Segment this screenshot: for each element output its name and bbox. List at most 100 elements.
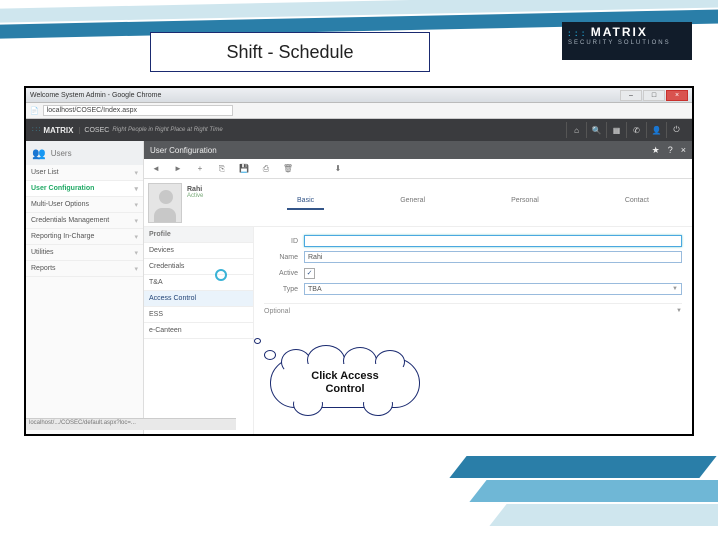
users-icon: 👥 [32,147,46,160]
matrix-logo: : : : MATRIX SECURITY SOLUTIONS [562,22,692,60]
optional-section: Optional ▼ [264,303,682,315]
address-url: localhost/COSEC/Index.aspx [47,107,137,114]
window-buttons: – □ × [620,90,688,101]
chevron-icon: ▾ [134,169,138,177]
chevron-icon: ▾ [134,217,138,225]
callout: Click Access Control [270,358,438,420]
help-icon[interactable]: ? [668,145,673,156]
sub-access-control[interactable]: Access Control [144,291,253,307]
callout-text: Click Access Control [278,364,411,402]
cloud-tail-icon [254,338,261,344]
id-label: ID [264,238,298,245]
add-button[interactable]: + [194,163,206,175]
maximize-button[interactable]: □ [643,90,665,101]
panel-header: User Configuration ★ ? × [144,141,692,159]
slide-title: Shift - Schedule [226,42,353,63]
prev-button[interactable]: ◄ [150,163,162,175]
tab-contact[interactable]: Contact [615,193,659,208]
nav-reports[interactable]: Reports▾ [26,261,143,277]
active-checkbox[interactable]: ✓ [304,268,315,279]
sub-nav: Profile Devices Credentials T&A Access C… [144,227,254,434]
panel-title: User Configuration [150,146,217,155]
user-status: Active [187,193,203,199]
nav-user-list[interactable]: User List▾ [26,165,143,181]
download-button[interactable]: ⬇ [332,163,344,175]
row-active: Active ✓ [264,265,682,281]
panel-close-icon[interactable]: × [681,145,686,156]
search-icon[interactable]: 🔍 [586,122,606,138]
app-brand: : : : MATRIX COSEC Right People in Right… [32,126,223,135]
name-input[interactable]: Rahi [304,251,682,263]
save-button[interactable]: 💾 [238,163,250,175]
minimize-button[interactable]: – [620,90,642,101]
slide-title-box: Shift - Schedule [150,32,430,72]
tab-general[interactable]: General [390,193,435,208]
home-icon[interactable]: ⌂ [566,122,586,138]
cloud-tail-icon [264,350,276,360]
sub-credentials[interactable]: Credentials [144,259,253,275]
cloud-callout: Click Access Control [270,358,420,408]
product-name: COSEC [79,127,109,134]
nav-user-configuration[interactable]: User Configuration▾ [26,181,143,197]
sidebar-header-label: Users [51,149,72,158]
tab-basic[interactable]: Basic [287,193,324,210]
browser-titlebar: Welcome System Admin - Google Chrome – □… [26,88,692,103]
sub-devices[interactable]: Devices [144,243,253,259]
copy-button[interactable]: ⎘ [216,163,228,175]
power-icon[interactable]: ⏻ [666,122,686,138]
chevron-icon: ▾ [134,233,138,241]
brand-name: MATRIX [43,126,73,135]
sidebar-nav-list: User List▾ User Configuration▾ Multi-Use… [26,165,143,277]
user-summary-left: Rahi Active [144,179,254,226]
chevron-icon: ▾ [134,185,138,193]
user-summary-row: Rahi Active Basic General Personal Conta… [144,179,692,227]
nav-reporting-in-charge[interactable]: Reporting In-Charge▾ [26,229,143,245]
browser-status-bar: localhost/.../COSEC/default.aspx?loc=... [26,418,236,430]
app-header: : : : MATRIX COSEC Right People in Right… [26,119,692,141]
tab-personal[interactable]: Personal [501,193,549,208]
chevron-icon: ▾ [134,249,138,257]
detail-tabs: Basic General Personal Contact [254,179,692,226]
name-label: Name [264,254,298,261]
page-icon: 📄 [30,107,39,115]
header-actions: ⌂ 🔍 ▦ ✆ 👤 ⏻ [566,122,686,138]
next-button[interactable]: ► [172,163,184,175]
chevron-icon: ▾ [134,201,138,209]
nav-credentials-management[interactable]: Credentials Management▾ [26,213,143,229]
sub-e-canteen[interactable]: e-Canteen [144,323,253,339]
active-label: Active [264,270,298,277]
highlight-circle-icon [215,269,227,281]
user-info: Rahi Active [187,183,203,222]
id-input[interactable] [304,235,682,247]
print-button[interactable]: ⎙ [260,163,272,175]
nav-utilities[interactable]: Utilities▾ [26,245,143,261]
user-name: Rahi [187,186,203,193]
type-select[interactable]: TBA ▼ [304,283,682,295]
address-bar[interactable]: localhost/COSEC/Index.aspx [43,105,233,116]
left-sidebar: 👥 Users User List▾ User Configuration▾ M… [26,141,144,434]
sub-head-profile: Profile [144,227,253,243]
panel-toolbar: ◄ ► + ⎘ 💾 ⎙ 🗑 ⬇ [144,159,692,179]
optional-header: Optional [264,308,290,315]
chevron-icon: ▾ [134,265,138,273]
product-tagline: Right People in Right Place at Right Tim… [112,127,222,133]
grid-icon[interactable]: ▦ [606,122,626,138]
chevron-down-icon: ▼ [672,286,678,292]
logo-subtext: SECURITY SOLUTIONS [568,40,686,46]
address-bar-row: 📄 localhost/COSEC/Index.aspx [26,103,692,119]
status-url: localhost/.../COSEC/default.aspx?loc=... [29,420,136,426]
slide-bottom-decoration [418,443,718,538]
avatar [148,183,182,223]
sub-ta[interactable]: T&A [144,275,253,291]
nav-multi-user-options[interactable]: Multi-User Options▾ [26,197,143,213]
close-button[interactable]: × [666,90,688,101]
delete-button[interactable]: 🗑 [282,163,294,175]
user-icon[interactable]: 👤 [646,122,666,138]
row-id: ID [264,233,682,249]
star-icon[interactable]: ★ [652,145,660,156]
sidebar-header: 👥 Users [26,141,143,165]
panel-header-actions: ★ ? × [652,145,686,156]
row-name: Name Rahi [264,249,682,265]
phone-icon[interactable]: ✆ [626,122,646,138]
sub-ess[interactable]: ESS [144,307,253,323]
